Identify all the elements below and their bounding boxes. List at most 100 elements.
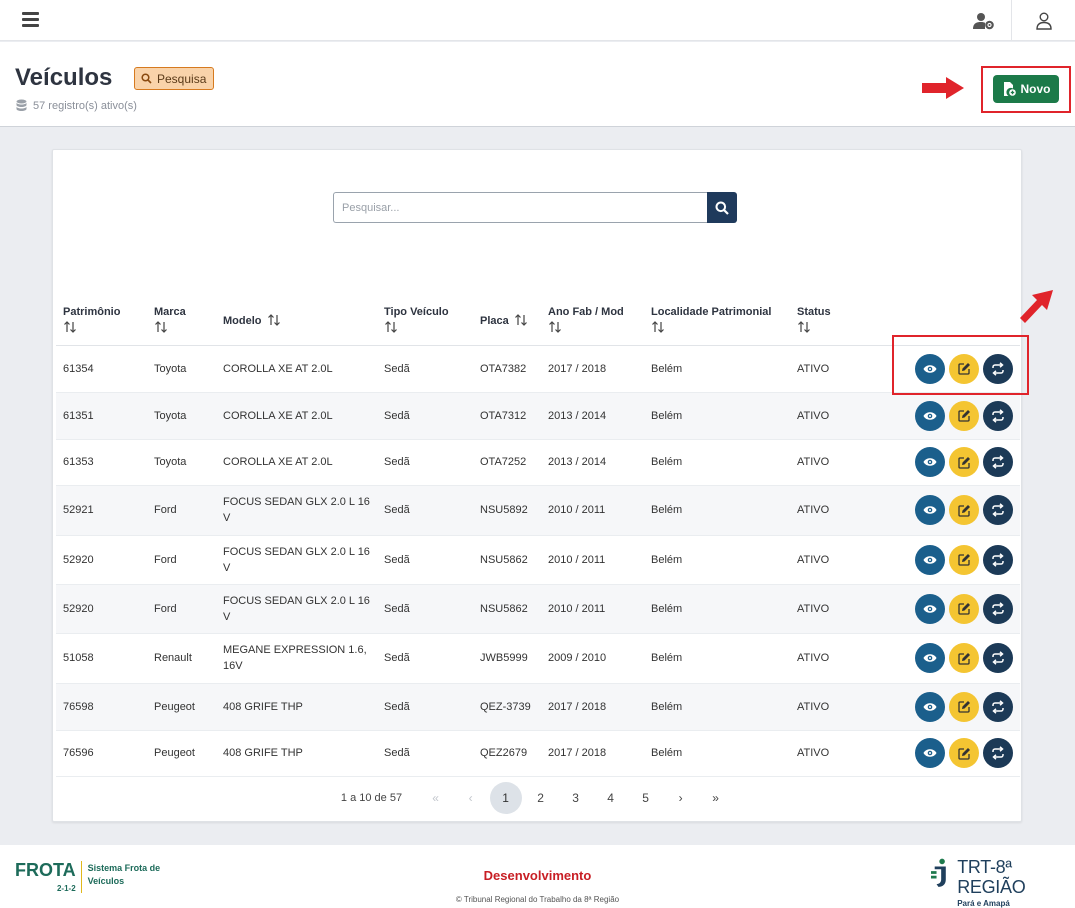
swap-icon (992, 601, 1004, 616)
first-page-button[interactable]: « (420, 782, 452, 814)
search-badge[interactable]: Pesquisa (134, 67, 215, 90)
col-header-status[interactable]: Status (790, 298, 890, 346)
table-row: 61354 Toyota COROLLA XE AT 2.0L Sedã OTA7382… (56, 345, 1020, 393)
cell-placa: NSU5862 (473, 584, 541, 634)
edit-button[interactable] (949, 738, 979, 768)
edit-icon (957, 504, 970, 517)
eye-icon (923, 749, 937, 757)
sort-icon[interactable] (514, 313, 528, 329)
brand-code: 2-1-2 (56, 884, 76, 893)
view-button[interactable] (915, 447, 945, 477)
cell-modelo: COROLLA XE AT 2.0L (216, 345, 377, 393)
page-button-4[interactable]: 4 (595, 782, 627, 814)
search-button[interactable] (707, 192, 737, 223)
edit-button[interactable] (949, 593, 979, 624)
edit-icon (957, 701, 970, 713)
edit-button[interactable] (949, 643, 979, 673)
transfer-button[interactable] (983, 643, 1013, 673)
page-title: Veículos (15, 64, 113, 91)
edit-button[interactable] (949, 400, 979, 431)
col-header-marca[interactable]: Marca (147, 298, 216, 346)
transfer-button[interactable] (983, 447, 1013, 477)
table-row: 52921 Ford FOCUS SEDAN GLX 2.0 L 16 V Sedã N… (56, 485, 1020, 536)
cell-placa: NSU5862 (473, 535, 541, 585)
cell-modelo: 408 GRIFE THP (216, 730, 377, 777)
transfer-button[interactable] (983, 544, 1013, 575)
page-header: Veículos Pesquisa 57 registro(s) ativo(s… (0, 42, 1075, 127)
prev-page-button[interactable]: ‹ (455, 782, 487, 814)
edit-button[interactable] (949, 447, 979, 477)
view-button[interactable] (915, 738, 945, 768)
new-file-icon (1003, 82, 1016, 96)
view-button[interactable] (915, 495, 945, 525)
sort-icon[interactable] (267, 313, 281, 329)
eye-icon (923, 702, 937, 711)
edit-button[interactable] (949, 691, 979, 722)
sort-icon[interactable] (651, 321, 783, 336)
cell-marca: Toyota (147, 392, 216, 440)
page-button-1[interactable]: 1 (489, 782, 522, 814)
vehicles-table: Patrimônio Marca Modelo Tipo Veículo Pla… (56, 298, 1020, 777)
cell-placa: QEZ-3739 (473, 683, 541, 731)
user-icon[interactable] (1011, 0, 1075, 41)
edit-button[interactable] (949, 544, 979, 575)
cell-marca: Peugeot (147, 683, 216, 731)
hamburger-icon[interactable] (22, 12, 39, 27)
page-button-3[interactable]: 3 (560, 782, 592, 814)
cell-localidade: Belém (644, 730, 790, 777)
view-button[interactable] (915, 593, 945, 624)
col-header-modelo[interactable]: Modelo (216, 298, 377, 346)
sort-icon[interactable] (384, 321, 466, 336)
cell-modelo: FOCUS SEDAN GLX 2.0 L 16 V (216, 584, 377, 634)
sort-icon[interactable] (797, 321, 883, 336)
col-header-placa[interactable]: Placa (473, 298, 541, 346)
transfer-button[interactable] (983, 400, 1013, 431)
col-header-tipo[interactable]: Tipo Veículo (377, 298, 473, 346)
cell-actions (890, 535, 1020, 585)
view-button[interactable] (915, 400, 945, 431)
annotation-arrow-diagonal (1020, 290, 1053, 323)
new-button-label: Novo (1020, 82, 1051, 96)
edit-icon (957, 603, 970, 615)
sort-icon[interactable] (548, 321, 637, 336)
view-button[interactable] (915, 643, 945, 673)
page-button-5[interactable]: 5 (630, 782, 662, 814)
cell-status: ATIVO (790, 392, 890, 440)
transfer-button[interactable] (983, 593, 1013, 624)
cell-actions (890, 485, 1020, 536)
sort-icon[interactable] (63, 321, 140, 336)
cell-placa: NSU5892 (473, 485, 541, 536)
cell-patrimonio: 52920 (56, 584, 147, 634)
transfer-button[interactable] (983, 738, 1013, 768)
col-header-patrimonio[interactable]: Patrimônio (56, 298, 147, 346)
cell-patrimonio: 52920 (56, 535, 147, 585)
cell-modelo: FOCUS SEDAN GLX 2.0 L 16 V (216, 535, 377, 585)
table-header-row: Patrimônio Marca Modelo Tipo Veículo Pla… (56, 298, 1020, 346)
edit-icon (957, 747, 970, 760)
edit-icon (957, 652, 970, 665)
table-row: 76596 Peugeot 408 GRIFE THP Sedã QEZ2679 2017… (56, 730, 1020, 777)
pagination-range: 1 a 10 de 57 (340, 792, 403, 804)
cell-modelo: MEGANE EXPRESSION 1.6, 16V (216, 633, 377, 684)
view-button[interactable] (915, 544, 945, 575)
cell-ano: 2010 / 2011 (541, 584, 644, 634)
cell-status: ATIVO (790, 584, 890, 634)
col-header-localidade[interactable]: Localidade Patrimonial (644, 298, 790, 346)
transfer-button[interactable] (983, 495, 1013, 525)
eye-icon (923, 654, 937, 662)
search-input[interactable] (333, 192, 707, 223)
edit-button[interactable] (949, 495, 979, 525)
col-header-ano[interactable]: Ano Fab / Mod (541, 298, 644, 346)
new-vehicle-button[interactable]: Novo (993, 75, 1059, 103)
page-button-2[interactable]: 2 (525, 782, 557, 814)
last-page-button[interactable]: » (700, 782, 732, 814)
user-settings-icon[interactable] (957, 0, 1011, 41)
next-page-button[interactable]: › (665, 782, 697, 814)
view-button[interactable] (915, 691, 945, 722)
cell-localidade: Belém (644, 345, 790, 393)
sort-icon[interactable] (154, 321, 209, 336)
swap-icon (992, 408, 1004, 423)
cell-placa: JWB5999 (473, 633, 541, 684)
cell-modelo: 408 GRIFE THP (216, 683, 377, 731)
transfer-button[interactable] (983, 691, 1013, 722)
